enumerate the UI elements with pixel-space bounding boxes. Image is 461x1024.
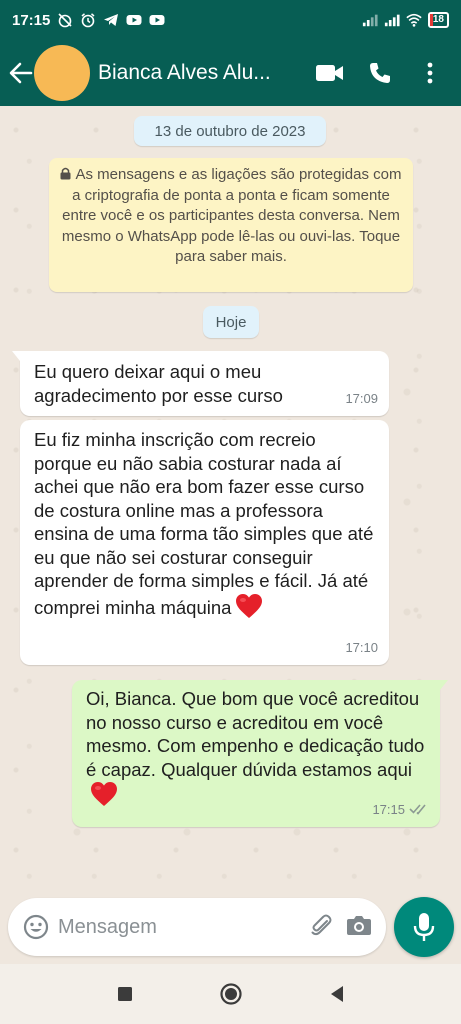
arrow-left-icon — [9, 62, 33, 84]
voice-call-button[interactable] — [355, 48, 405, 98]
status-bar: 17:15 18 — [0, 0, 461, 40]
phone-icon — [370, 63, 390, 83]
status-time: 17:15 — [12, 11, 51, 29]
bubble-tail — [440, 680, 448, 690]
back-button[interactable] — [0, 60, 34, 86]
chat-header: Bianca Alves Alu... — [0, 40, 461, 106]
voice-message-button[interactable] — [394, 897, 454, 957]
alarm-icon — [80, 12, 96, 28]
back-nav-button[interactable] — [322, 979, 352, 1009]
system-nav-bar — [0, 964, 461, 1024]
attach-button[interactable] — [308, 912, 334, 943]
date-chip: 13 de outubro de 2023 — [134, 116, 326, 146]
emoji-button[interactable] — [8, 914, 58, 940]
youtube-icon — [126, 12, 142, 28]
message-composer — [8, 898, 386, 956]
youtube-icon — [149, 12, 165, 28]
encryption-notice[interactable]: As mensagens e as ligações são protegida… — [49, 158, 413, 292]
message-text: Eu fiz minha inscrição com recreio porqu… — [34, 429, 374, 618]
double-check-icon — [409, 804, 426, 815]
message-text: Eu quero deixar aqui o meu agradecimento… — [34, 361, 283, 406]
signal-icon — [362, 12, 378, 28]
menu-button[interactable] — [405, 48, 455, 98]
wifi-icon — [406, 12, 422, 28]
paperclip-icon — [311, 914, 332, 935]
chat-area[interactable]: 13 de outubro de 2023 As mensagens e as … — [0, 106, 461, 894]
recents-button[interactable] — [110, 979, 140, 1009]
today-chip: Hoje — [203, 306, 259, 338]
more-vertical-icon — [427, 62, 433, 84]
alarm-off-icon — [57, 12, 73, 28]
camera-button[interactable] — [346, 913, 372, 942]
red-heart-icon — [91, 782, 117, 806]
message-bubble-outgoing[interactable]: Oi, Bianca. Que bom que você acreditou n… — [72, 680, 448, 827]
telegram-icon — [103, 12, 119, 28]
message-bubble[interactable]: Eu quero deixar aqui o meu agradecimento… — [12, 351, 389, 416]
message-time: 17:09 — [345, 390, 378, 406]
message-time: 17:15 — [372, 801, 405, 817]
circle-icon — [219, 983, 242, 1005]
encryption-text: As mensagens e as ligações são protegida… — [61, 166, 402, 265]
signal-icon — [384, 12, 400, 28]
camera-icon — [347, 915, 371, 935]
video-camera-icon — [316, 65, 343, 81]
lock-icon — [60, 167, 71, 180]
message-time: 17:10 — [345, 639, 378, 655]
contact-name[interactable]: Bianca Alves Alu... — [98, 61, 294, 85]
triangle-back-icon — [330, 986, 343, 1002]
square-icon — [117, 987, 132, 1001]
emoji-icon — [23, 914, 49, 940]
microphone-icon — [413, 913, 435, 941]
battery-level: 18 — [432, 14, 444, 25]
home-button[interactable] — [216, 979, 246, 1009]
video-call-button[interactable] — [305, 48, 355, 98]
message-bubble[interactable]: Eu fiz minha inscrição com recreio porqu… — [20, 420, 389, 665]
message-text: Oi, Bianca. Que bom que você acreditou n… — [86, 688, 425, 780]
red-heart-icon — [236, 593, 263, 618]
message-input[interactable] — [58, 915, 278, 939]
battery-icon: 18 — [427, 12, 449, 28]
bubble-tail — [12, 351, 20, 361]
avatar[interactable] — [34, 45, 90, 101]
